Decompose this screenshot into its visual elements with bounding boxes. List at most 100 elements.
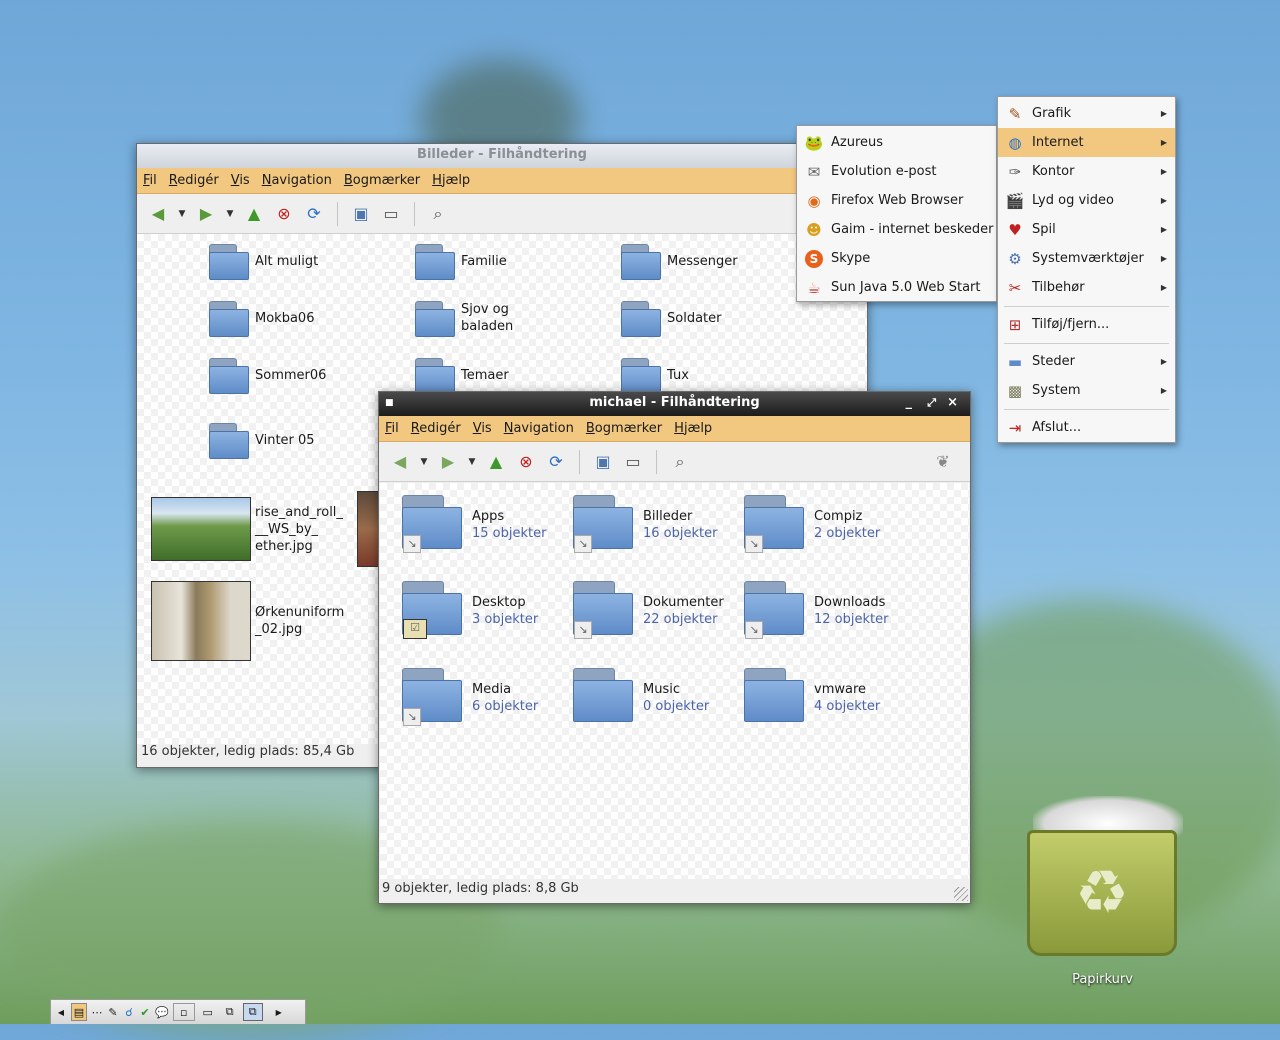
menu-item-skype[interactable]: S Skype bbox=[797, 244, 996, 273]
launcher-icon[interactable]: ☌ bbox=[123, 1003, 135, 1021]
item-label[interactable]: Messenger bbox=[667, 253, 738, 270]
window-title[interactable]: Billeder - Filhåndtering bbox=[137, 144, 867, 168]
item-label[interactable]: Mokba06 bbox=[255, 310, 314, 327]
menu-item-java[interactable]: ☕ Sun Java 5.0 Web Start bbox=[797, 273, 996, 302]
dropdown-icon[interactable]: ▼ bbox=[175, 201, 189, 227]
folder-icon[interactable] bbox=[621, 244, 661, 280]
item-label[interactable]: Tux bbox=[667, 367, 689, 384]
item-label[interactable]: rise_and_roll_ __WS_by_ ether.jpg bbox=[255, 504, 343, 555]
forward-arrow-icon[interactable]: ▶ bbox=[435, 449, 461, 475]
trash-desktop-icon[interactable]: ♻ Papirkurv bbox=[1015, 790, 1190, 990]
folder-icon[interactable] bbox=[621, 358, 661, 394]
menu-rediger[interactable]: Redigér bbox=[411, 421, 461, 436]
resize-grip-icon[interactable] bbox=[954, 887, 968, 901]
reload-icon[interactable]: ⟳ bbox=[543, 449, 569, 475]
menu-vis[interactable]: Vis bbox=[473, 421, 492, 436]
folder-icon[interactable] bbox=[209, 244, 249, 280]
forward-arrow-icon[interactable]: ▶ bbox=[193, 201, 219, 227]
folder-name[interactable]: Desktop bbox=[472, 594, 526, 611]
maximize-icon[interactable]: ⤢ bbox=[927, 392, 936, 414]
folder-icon[interactable] bbox=[415, 358, 455, 394]
back-arrow-icon[interactable]: ◀ bbox=[145, 201, 171, 227]
dropdown-icon[interactable]: ▼ bbox=[223, 201, 237, 227]
menu-fil[interactable]: Fil bbox=[143, 173, 157, 188]
folder-icon[interactable]: ↘ bbox=[744, 495, 804, 553]
panel-scroll-left-icon[interactable]: ◀ bbox=[55, 1003, 67, 1021]
minimize-icon[interactable]: _ bbox=[906, 392, 913, 414]
search-icon[interactable]: ⌕ bbox=[667, 449, 693, 475]
menu-item-firefox[interactable]: ◉ Firefox Web Browser bbox=[797, 186, 996, 215]
item-label[interactable]: Temaer bbox=[461, 367, 509, 384]
folder-name[interactable]: Media bbox=[472, 681, 511, 698]
search-icon[interactable]: ⌕ bbox=[425, 201, 451, 227]
folder-name[interactable]: Apps bbox=[472, 508, 504, 525]
image-thumbnail[interactable] bbox=[151, 497, 251, 561]
pen-icon[interactable]: ✎ bbox=[107, 1003, 119, 1021]
show-desktop-icon[interactable]: ▤ bbox=[71, 1003, 87, 1021]
folder-icon[interactable] bbox=[744, 668, 804, 722]
folder-icon[interactable] bbox=[209, 358, 249, 394]
menu-item-system[interactable]: ▩ System ▶ bbox=[998, 376, 1175, 405]
home-folder-icon[interactable]: ▣ bbox=[590, 449, 616, 475]
folder-icon[interactable]: ↘ bbox=[402, 495, 462, 553]
menu-navigation[interactable]: Navigation bbox=[504, 421, 574, 436]
close-icon[interactable]: × bbox=[947, 392, 958, 414]
menu-fil[interactable]: Fil bbox=[385, 421, 399, 436]
folder-name[interactable]: Downloads bbox=[814, 594, 885, 611]
up-arrow-icon[interactable]: ▲ bbox=[241, 201, 267, 227]
menu-item-evolution[interactable]: ✉ Evolution e-post bbox=[797, 157, 996, 186]
item-label[interactable]: Sommer06 bbox=[255, 367, 326, 384]
folder-icon[interactable]: ↘ bbox=[573, 581, 633, 639]
folder-icon[interactable] bbox=[573, 668, 633, 722]
check-icon[interactable]: ✔ bbox=[139, 1003, 151, 1021]
menu-bogmaerker[interactable]: Bogmærker bbox=[586, 421, 662, 436]
image-thumbnail[interactable] bbox=[151, 581, 251, 661]
chat-icon[interactable]: 💬 bbox=[155, 1003, 169, 1021]
menu-item-azureus[interactable]: 🐸 Azureus bbox=[797, 128, 996, 157]
workspace-4-icon[interactable]: ⧉ bbox=[242, 1003, 263, 1021]
window-menu-icon[interactable]: ■ bbox=[385, 392, 394, 414]
up-arrow-icon[interactable]: ▲ bbox=[483, 449, 509, 475]
dropdown-icon[interactable]: ▼ bbox=[417, 449, 431, 475]
menu-item-internet[interactable]: ◍ Internet ▶ bbox=[998, 128, 1175, 157]
folder-name[interactable]: Music bbox=[643, 681, 680, 698]
folder-icon[interactable]: ☑ bbox=[402, 581, 462, 639]
menu-item-spil[interactable]: ♥ Spil ▶ bbox=[998, 215, 1175, 244]
menu-item-afslut[interactable]: ⇥ Afslut... bbox=[998, 413, 1175, 442]
menu-item-steder[interactable]: ▬ Steder ▶ bbox=[998, 347, 1175, 376]
reload-icon[interactable]: ⟳ bbox=[301, 201, 327, 227]
menu-vis[interactable]: Vis bbox=[231, 173, 250, 188]
item-label[interactable]: Sjov og baladen bbox=[461, 301, 513, 335]
item-label[interactable]: Alt muligt bbox=[255, 253, 318, 270]
menu-hjaelp[interactable]: Hjælp bbox=[432, 173, 470, 188]
menu-rediger[interactable]: Redigér bbox=[169, 173, 219, 188]
folder-icon[interactable]: ↘ bbox=[573, 495, 633, 553]
menu-item-gaim[interactable]: ☻ Gaim - internet beskeder bbox=[797, 215, 996, 244]
folder-icon[interactable] bbox=[209, 423, 249, 459]
menu-bogmaerker[interactable]: Bogmærker bbox=[344, 173, 420, 188]
folder-icon[interactable]: ↘ bbox=[402, 668, 462, 726]
item-label[interactable]: Ørkenuniform _02.jpg bbox=[255, 604, 344, 638]
stop-icon[interactable]: ⊗ bbox=[513, 449, 539, 475]
computer-icon[interactable]: ▭ bbox=[620, 449, 646, 475]
workspace-1-icon[interactable]: ▫ bbox=[172, 1003, 195, 1021]
stop-icon[interactable]: ⊗ bbox=[271, 201, 297, 227]
menu-navigation[interactable]: Navigation bbox=[262, 173, 332, 188]
folder-icon[interactable] bbox=[415, 244, 455, 280]
folder-name[interactable]: Billeder bbox=[643, 508, 692, 525]
item-label[interactable]: Familie bbox=[461, 253, 507, 270]
home-folder-icon[interactable]: ▣ bbox=[348, 201, 374, 227]
menu-item-tilfoej-fjern[interactable]: ⊞ Tilføj/fjern... bbox=[998, 310, 1175, 339]
item-label[interactable]: Soldater bbox=[667, 310, 721, 327]
computer-icon[interactable]: ▭ bbox=[378, 201, 404, 227]
file-view[interactable]: ↘ Apps 15 objekter ↘ Billeder 16 objekte… bbox=[380, 483, 969, 879]
window-title-bar[interactable]: ■ michael - Filhåndtering _ ⤢ × bbox=[379, 392, 970, 416]
folder-name[interactable]: Compiz bbox=[814, 508, 862, 525]
back-arrow-icon[interactable]: ◀ bbox=[387, 449, 413, 475]
menu-item-grafik[interactable]: ✎ Grafik ▶ bbox=[998, 99, 1175, 128]
menu-item-systemvaerktoejer[interactable]: ⚙ Systemværktøjer ▶ bbox=[998, 244, 1175, 273]
menu-item-tilbehoer[interactable]: ✂ Tilbehør ▶ bbox=[998, 273, 1175, 302]
panel-scroll-right-icon[interactable]: ▶ bbox=[273, 1003, 285, 1021]
item-label[interactable]: Vinter 05 bbox=[255, 432, 315, 449]
menu-item-lyd-og-video[interactable]: 🎬 Lyd og video ▶ bbox=[998, 186, 1175, 215]
